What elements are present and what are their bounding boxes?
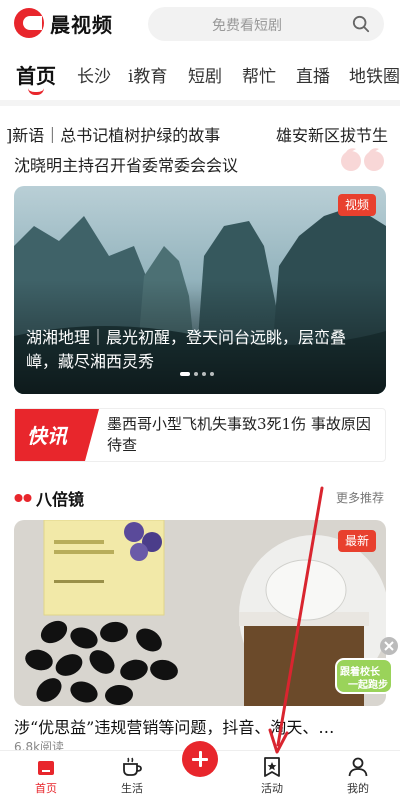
carousel-dot (210, 372, 214, 376)
nav-life[interactable]: 生活 (102, 755, 162, 796)
more-recommend-link[interactable]: 更多推荐 (336, 489, 384, 506)
hero-carousel[interactable]: 视频 湖湘地理｜晨光初醒，登天问台远眺，层峦叠嶂，藏尽湘西灵秀 (14, 186, 386, 394)
double-drop-icon (14, 494, 32, 502)
hero-caption[interactable]: 湖湘地理｜晨光初醒，登天问台远眺，层峦叠嶂，藏尽湘西灵秀 (26, 326, 376, 374)
nav-profile-label: 我的 (347, 782, 369, 795)
flash-news-text[interactable]: 墨西哥小型飞机失事致3死1伤 事故原因待查 (107, 414, 381, 456)
video-badge: 视频 (337, 194, 376, 216)
search-icon[interactable] (352, 15, 370, 33)
tabs-divider (0, 100, 400, 106)
quote-mark-icon (341, 148, 384, 171)
promo-text-2: 一起跑步 (348, 678, 388, 691)
carousel-dot (202, 372, 206, 376)
section-title: 八倍镜 (36, 490, 85, 509)
feature-image-card[interactable]: 最新 (14, 520, 386, 706)
tab-metro[interactable]: 地铁圈 (349, 62, 400, 87)
user-icon (348, 757, 368, 777)
logo-mark-icon (14, 8, 44, 38)
star-bookmark-icon (264, 757, 280, 777)
latest-badge: 最新 (337, 530, 376, 552)
cup-icon (123, 757, 142, 776)
bottom-nav: 首页 生活 活动 我的 (0, 741, 400, 798)
feature-image (14, 520, 386, 706)
flash-tag-text: 快讯 (27, 424, 69, 448)
floating-promo[interactable]: 跟着校长 一起跑步 (334, 655, 394, 697)
headline-ticker[interactable]: ]新语｜总书记植树护绿的故事 雄安新区拔节生 (0, 122, 400, 144)
feature-title[interactable]: 涉“优思益”违规营销等问题，抖音、淘天、… (14, 714, 386, 738)
header: 晨视频 免费看短剧 (0, 0, 400, 50)
section-header: 八倍镜 更多推荐 (14, 486, 386, 509)
flash-news-tag: 快讯 (15, 409, 99, 461)
channel-tabs: 首页 长沙 i教育 短剧 帮忙 直播 地铁圈 (0, 56, 400, 96)
tab-live[interactable]: 直播 (296, 62, 330, 87)
promo-text-1: 跟着校长 (340, 665, 381, 678)
search-placeholder[interactable]: 免费看短剧 (212, 15, 282, 35)
publish-plus-button[interactable] (182, 741, 218, 777)
tab-help[interactable]: 帮忙 (242, 62, 276, 87)
nav-home[interactable]: 首页 (16, 755, 76, 796)
tab-changsha[interactable]: 长沙 (77, 62, 111, 87)
nav-home-label: 首页 (35, 782, 57, 795)
nav-profile[interactable]: 我的 (328, 755, 388, 796)
carousel-dot-active (180, 372, 190, 376)
nav-life-label: 生活 (121, 782, 143, 795)
ticker-headline-2[interactable]: 雄安新区拔节生 (276, 122, 388, 144)
close-float-icon[interactable] (380, 637, 398, 655)
running-promo-icon: 跟着校长 一起跑步 (335, 658, 393, 694)
active-tab-indicator (28, 88, 44, 95)
flash-news-card[interactable]: 快讯 墨西哥小型飞机失事致3死1伤 事故原因待查 (14, 408, 386, 462)
ticker-headline-1[interactable]: ]新语｜总书记植树护绿的故事 (6, 122, 220, 144)
carousel-dot (194, 372, 198, 376)
ticker-headline-3[interactable]: 沈晓明主持召开省委常委会会议 (14, 152, 238, 176)
app-logo[interactable]: 晨视频 (14, 8, 113, 38)
nav-activity-label: 活动 (261, 782, 283, 795)
tab-short-drama[interactable]: 短剧 (188, 62, 222, 87)
tab-home[interactable]: 首页 (16, 60, 56, 89)
nav-activity[interactable]: 活动 (242, 755, 302, 796)
home-icon (38, 761, 54, 775)
logo-text: 晨视频 (50, 12, 113, 37)
search-bar[interactable]: 免费看短剧 (148, 7, 384, 41)
tab-education[interactable]: i教育 (128, 62, 167, 87)
carousel-dots (180, 372, 214, 376)
